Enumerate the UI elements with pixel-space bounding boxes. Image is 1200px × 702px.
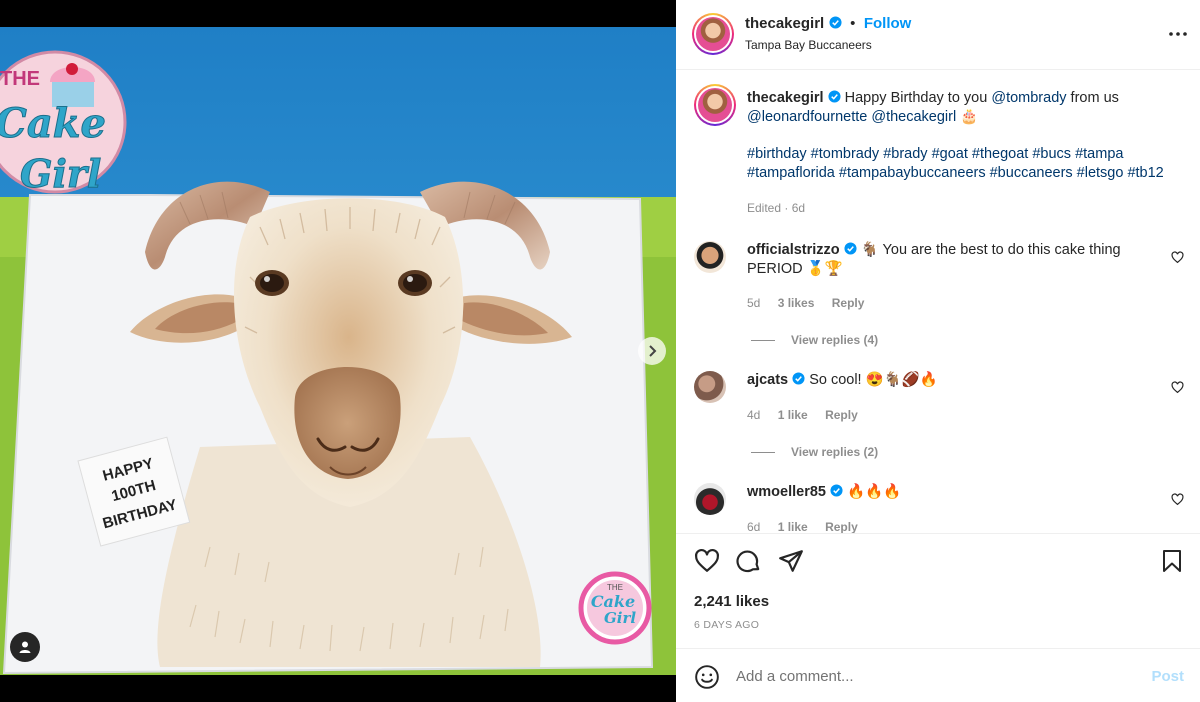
comment-text-2: PERIOD 🥇🏆 [747, 261, 843, 277]
hashtags-line-1[interactable]: #birthday #tombrady #brady #goat #thegoa… [747, 145, 1184, 164]
commenter-avatar[interactable] [694, 241, 726, 273]
caption-avatar[interactable] [694, 84, 736, 126]
user-tag-button[interactable] [10, 632, 40, 662]
next-image-button[interactable] [638, 337, 666, 365]
comments-list[interactable]: thecakegirl Happy Birthday to you @tombr… [676, 71, 1200, 533]
comment-age: 4d [747, 408, 761, 422]
commenter-avatar[interactable] [694, 483, 726, 515]
verified-icon [829, 16, 842, 29]
bookmark-icon[interactable] [1160, 548, 1184, 574]
comment-age: 5d [747, 296, 761, 310]
post-actions: 2,241 likes 6 DAYS AGO [676, 533, 1200, 648]
logo-top-word-2: Cake [0, 100, 106, 147]
comment-likes[interactable]: 1 like [778, 520, 808, 533]
user-tag-icon [19, 641, 31, 653]
caption-suffix: from us [1070, 90, 1119, 106]
author-username[interactable]: thecakegirl [745, 15, 824, 32]
hashtags-line-2[interactable]: #tampaflorida #tampabaybuccaneers #bucca… [747, 164, 1184, 183]
follow-button[interactable]: Follow [864, 15, 912, 32]
post-side-panel: thecakegirl • Follow Tampa Bay Buccaneer… [676, 0, 1200, 702]
verified-icon [828, 90, 841, 103]
caption-edited: Edited · 6d [747, 201, 806, 215]
post-comment-button[interactable]: Post [1151, 668, 1184, 685]
author-avatar[interactable] [692, 13, 734, 55]
comment-item: ajcats So cool! 😍🐐🏈🔥 4d 1 like Reply Vie… [694, 371, 1184, 471]
comment-age: 6d [747, 520, 761, 533]
post-header: thecakegirl • Follow Tampa Bay Buccaneer… [676, 0, 1200, 70]
comment-input[interactable] [736, 663, 1116, 689]
heart-icon[interactable] [694, 548, 720, 574]
logo-top-word-1: THE [0, 68, 40, 90]
caption-text: Happy Birthday to you [844, 90, 988, 106]
comment-text: 🔥🔥🔥 [847, 484, 902, 500]
comment-text: So cool! 😍🐐🏈🔥 [809, 372, 938, 388]
commenter-username[interactable]: wmoeller85 [747, 484, 826, 500]
chevron-right-icon [649, 345, 657, 357]
post-time: 6 DAYS AGO [694, 619, 760, 631]
logo-bottom-word-3: Girl [604, 609, 636, 627]
comment-item: officialstrizzo 🐐 You are the best to do… [694, 239, 1184, 349]
verified-icon [830, 484, 843, 497]
logo-bottom-word-1: THE [607, 583, 623, 592]
commenter-avatar[interactable] [694, 371, 726, 403]
post-media: HAPPY 100TH BIRTHDAY THE Cake Girl THE C… [0, 0, 676, 702]
comment-icon[interactable] [736, 548, 762, 574]
logo-top-word-3: Girl [20, 151, 101, 196]
comment-likes[interactable]: 1 like [778, 408, 808, 422]
view-replies-button[interactable]: View replies (4) [751, 333, 878, 347]
view-replies-label: View replies (2) [791, 445, 879, 459]
mention-tombrady[interactable]: @tombrady [991, 90, 1066, 106]
post-caption: thecakegirl Happy Birthday to you @tombr… [694, 71, 1184, 221]
comment-like-icon[interactable] [1171, 381, 1184, 394]
comment-text: 🐐 You are the best to do this cake thing [860, 242, 1121, 258]
more-icon[interactable] [1168, 24, 1188, 44]
verified-icon [792, 372, 805, 385]
verified-icon [844, 242, 857, 255]
goat-cake-photo: HAPPY 100TH BIRTHDAY THE Cake Girl THE C… [0, 27, 676, 675]
post-location[interactable]: Tampa Bay Buccaneers [745, 38, 872, 52]
view-replies-button[interactable]: View replies (2) [751, 445, 878, 459]
comment-likes[interactable]: 3 likes [778, 296, 815, 310]
logo-bottom-right: THE Cake Girl [578, 571, 652, 645]
commenter-username[interactable]: officialstrizzo [747, 242, 840, 258]
caption-username[interactable]: thecakegirl [747, 90, 824, 106]
reply-button[interactable]: Reply [825, 520, 858, 533]
comment-item: wmoeller85 🔥🔥🔥 6d 1 like Reply [694, 483, 1184, 533]
emoji-icon[interactable] [694, 664, 720, 690]
likes-count[interactable]: 2,241 likes [694, 593, 769, 610]
commenter-username[interactable]: ajcats [747, 372, 788, 388]
comment-composer: Post [676, 648, 1200, 702]
caption-emoji: 🎂 [960, 109, 979, 125]
mention-thecakegirl[interactable]: @thecakegirl [871, 109, 956, 125]
mention-leonardfournette[interactable]: @leonardfournette [747, 109, 867, 125]
comment-like-icon[interactable] [1171, 493, 1184, 506]
comment-like-icon[interactable] [1171, 251, 1184, 264]
separator-dot: • [850, 15, 856, 32]
reply-button[interactable]: Reply [832, 296, 865, 310]
view-replies-label: View replies (4) [791, 333, 879, 347]
reply-button[interactable]: Reply [825, 408, 858, 422]
share-icon[interactable] [778, 548, 804, 574]
